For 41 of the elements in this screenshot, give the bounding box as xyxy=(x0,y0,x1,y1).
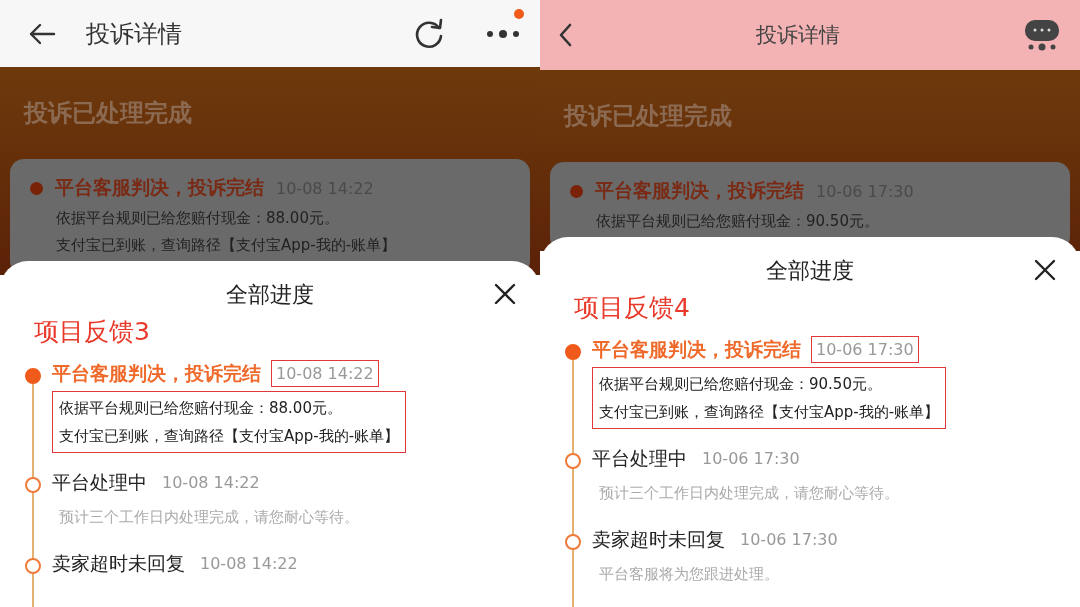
step-time: 10-08 14:22 xyxy=(271,360,379,387)
status-heading: 投诉已处理完成 xyxy=(562,101,733,132)
chat-bubble-icon[interactable] xyxy=(1024,19,1060,51)
status-heading: 投诉已处理完成 xyxy=(22,98,193,129)
step-time: 10-06 17:30 xyxy=(739,529,839,551)
step-time: 10-06 17:30 xyxy=(811,336,919,363)
sheet-title: 全部进度 xyxy=(226,281,314,309)
step-time: 10-08 14:22 xyxy=(199,553,299,575)
step-detail: 支付宝已到账，查询路径【支付宝App-我的-账单】 xyxy=(59,426,400,447)
step-title: 平台客服判决，投诉完结 xyxy=(52,360,261,386)
annotation-label: 项目反馈3 xyxy=(34,316,150,348)
page-title: 投诉详情 xyxy=(86,18,183,50)
step-time: 10-06 17:30 xyxy=(701,448,801,470)
step-title: 平台客服判决，投诉完结 xyxy=(55,175,264,200)
status-dot xyxy=(30,181,43,195)
sheet-title: 全部进度 xyxy=(766,257,854,285)
step-title: 平台处理中 xyxy=(592,445,687,471)
back-arrow-icon[interactable] xyxy=(28,21,56,46)
close-icon xyxy=(494,283,516,305)
step-detail: 支付宝已到账，查询路径【支付宝App-我的-账单】 xyxy=(55,236,398,255)
step-detail: 预计三个工作日内处理完成，请您耐心等待。 xyxy=(599,483,899,504)
step-detail: 预计三个工作日内处理完成，请您耐心等待。 xyxy=(59,507,359,528)
annotation-label: 项目反馈4 xyxy=(574,292,690,324)
close-button[interactable] xyxy=(1034,259,1056,281)
close-button[interactable] xyxy=(494,283,516,305)
step-title: 卖家超时未回复 xyxy=(52,550,185,576)
step-detail: 依据平台规则已给您赔付现金：88.00元。 xyxy=(59,398,343,419)
step-title: 平台处理中 xyxy=(52,469,147,495)
status-dot xyxy=(570,184,583,198)
step-title: 平台客服判决，投诉完结 xyxy=(595,178,804,203)
back-chevron-icon[interactable] xyxy=(558,23,572,47)
step-detail: 依据平台规则已给您赔付现金：90.50元。 xyxy=(599,374,883,395)
step-detail: 依据平台规则已给您赔付现金：88.00元。 xyxy=(55,209,340,228)
step-time: 10-08 14:22 xyxy=(161,472,261,494)
step-title: 平台客服判决，投诉完结 xyxy=(592,336,801,362)
step-detail: 依据平台规则已给您赔付现金：90.50元。 xyxy=(595,212,880,231)
step-detail: 支付宝已到账，查询路径【支付宝App-我的-账单】 xyxy=(599,402,940,423)
step-detail: 平台客服将为您跟进处理。 xyxy=(599,564,779,585)
close-icon xyxy=(1034,259,1056,281)
step-title: 卖家超时未回复 xyxy=(592,526,725,552)
page-title: 投诉详情 xyxy=(755,22,841,49)
